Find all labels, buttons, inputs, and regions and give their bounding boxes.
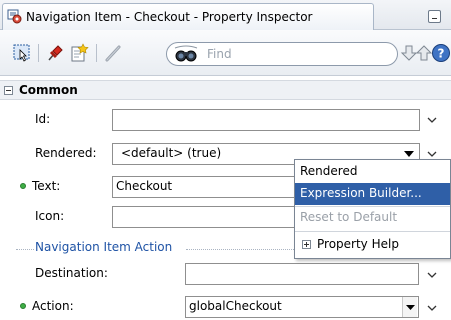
title-bar: Navigation Item - Checkout - Property In…: [0, 0, 451, 30]
binoculars-icon[interactable]: [173, 45, 199, 63]
property-context-menu: Rendered Expression Builder... Reset to …: [294, 159, 451, 259]
pin-icon[interactable]: [45, 43, 65, 63]
id-field[interactable]: [112, 109, 420, 131]
chevron-down-icon[interactable]: [425, 301, 439, 315]
text-label: Text:: [32, 179, 61, 193]
text-field[interactable]: Checkout: [112, 176, 296, 198]
menu-item-expression-builder[interactable]: Expression Builder...: [295, 183, 450, 205]
dropdown-arrow-icon: [406, 305, 415, 310]
icon-field[interactable]: [112, 206, 296, 228]
toolbar-separator: [38, 44, 39, 62]
destination-field[interactable]: [185, 263, 419, 285]
rendered-label: Rendered:: [35, 146, 97, 160]
edit-properties-icon[interactable]: [69, 43, 89, 63]
toolbar-separator: [96, 44, 97, 62]
action-label: Action:: [32, 299, 74, 313]
action-value: globalCheckout: [189, 299, 282, 313]
chevron-down-icon[interactable]: [425, 268, 439, 282]
svg-text:?: ?: [438, 47, 445, 61]
rendered-value: <default> (true): [121, 146, 222, 160]
inspector-tab[interactable]: Navigation Item - Checkout - Property In…: [2, 3, 374, 30]
action-combobox[interactable]: globalCheckout: [185, 296, 419, 318]
destination-label: Destination:: [35, 266, 108, 280]
section-header-common[interactable]: Common: [0, 80, 451, 100]
action-dropdown-button[interactable]: [402, 297, 417, 317]
expand-icon: [302, 240, 311, 249]
collapse-icon[interactable]: [4, 86, 13, 95]
group-label-navigation-item-action: Navigation Item Action: [35, 240, 173, 254]
menu-item-reset-to-default[interactable]: Reset to Default: [295, 207, 450, 229]
group-divider: [186, 249, 294, 250]
minimize-button[interactable]: [428, 10, 441, 23]
menu-item-property-help-label: Property Help: [317, 237, 399, 251]
help-icon[interactable]: ?: [431, 43, 451, 63]
group-divider: [16, 249, 34, 250]
window-title: Navigation Item - Checkout - Property In…: [26, 10, 313, 24]
toolbar: ?: [0, 30, 451, 76]
menu-separator: [295, 231, 450, 232]
select-component-icon[interactable]: [12, 43, 32, 63]
pencil-icon[interactable]: [103, 43, 123, 63]
menu-item-property-help[interactable]: Property Help: [295, 234, 450, 256]
section-title: Common: [19, 83, 78, 97]
required-indicator-icon: [20, 183, 26, 189]
chevron-down-icon[interactable]: [425, 113, 439, 127]
id-label: Id:: [35, 112, 51, 126]
menu-item-rendered: Rendered: [300, 164, 358, 178]
property-inspector-icon: [7, 9, 23, 25]
icon-label: Icon:: [35, 209, 65, 223]
search-box[interactable]: [166, 42, 398, 66]
required-indicator-icon: [20, 303, 26, 309]
search-input[interactable]: [207, 46, 387, 62]
